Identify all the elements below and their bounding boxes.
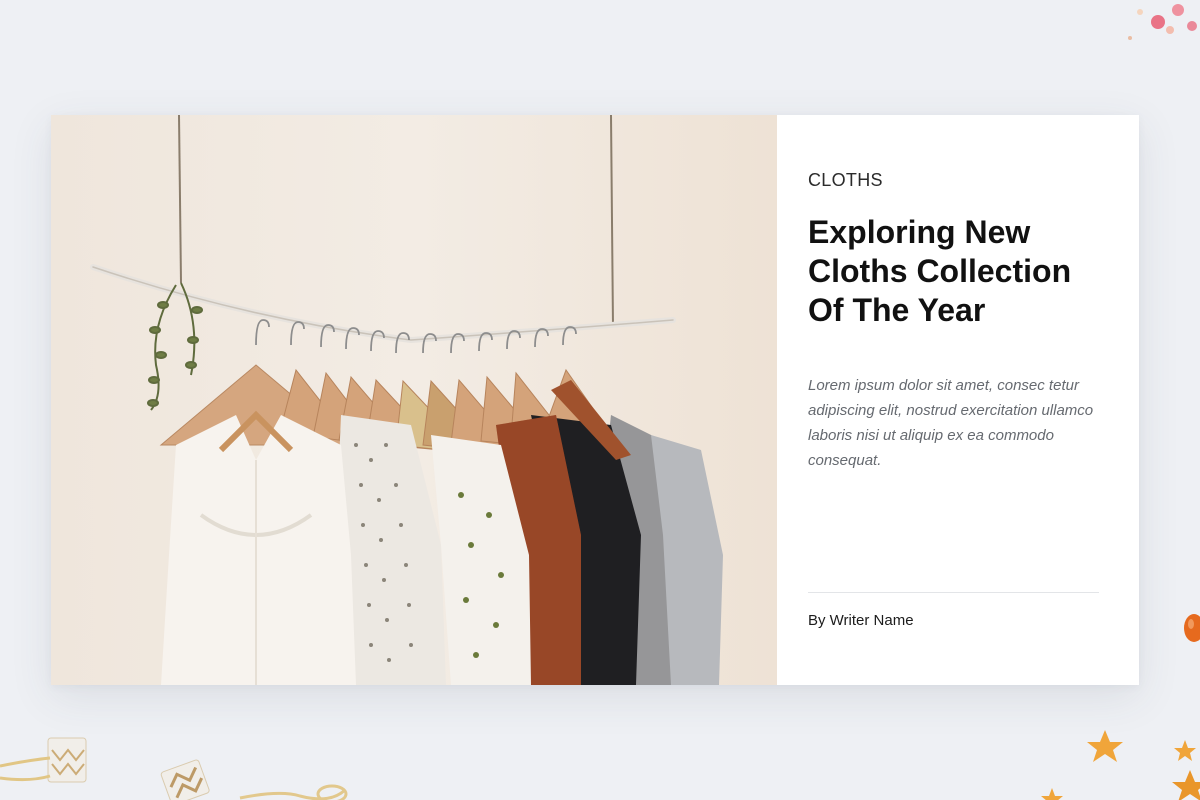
divider: [808, 592, 1099, 593]
post-image[interactable]: [51, 115, 777, 685]
decorative-binder-clips-icon: [0, 737, 348, 800]
post-author[interactable]: By Writer Name: [808, 612, 914, 629]
clothing-rack-photo-icon: [51, 115, 777, 685]
post-content: CLOTHS Exploring New Cloths Collection O…: [777, 115, 1139, 685]
decorative-petals-icon: [1128, 4, 1197, 40]
blog-post-card[interactable]: CLOTHS Exploring New Cloths Collection O…: [51, 115, 1139, 685]
post-category[interactable]: CLOTHS: [808, 170, 883, 191]
decorative-orange-clip-icon: [1184, 614, 1200, 642]
post-excerpt: Lorem ipsum dolor sit amet, consec tetur…: [808, 377, 1094, 469]
page: CLOTHS Exploring New Cloths Collection O…: [0, 0, 1200, 800]
post-title[interactable]: Exploring New Cloths Collection Of The Y…: [808, 213, 1098, 330]
decorative-stars-icon: [1041, 730, 1200, 800]
